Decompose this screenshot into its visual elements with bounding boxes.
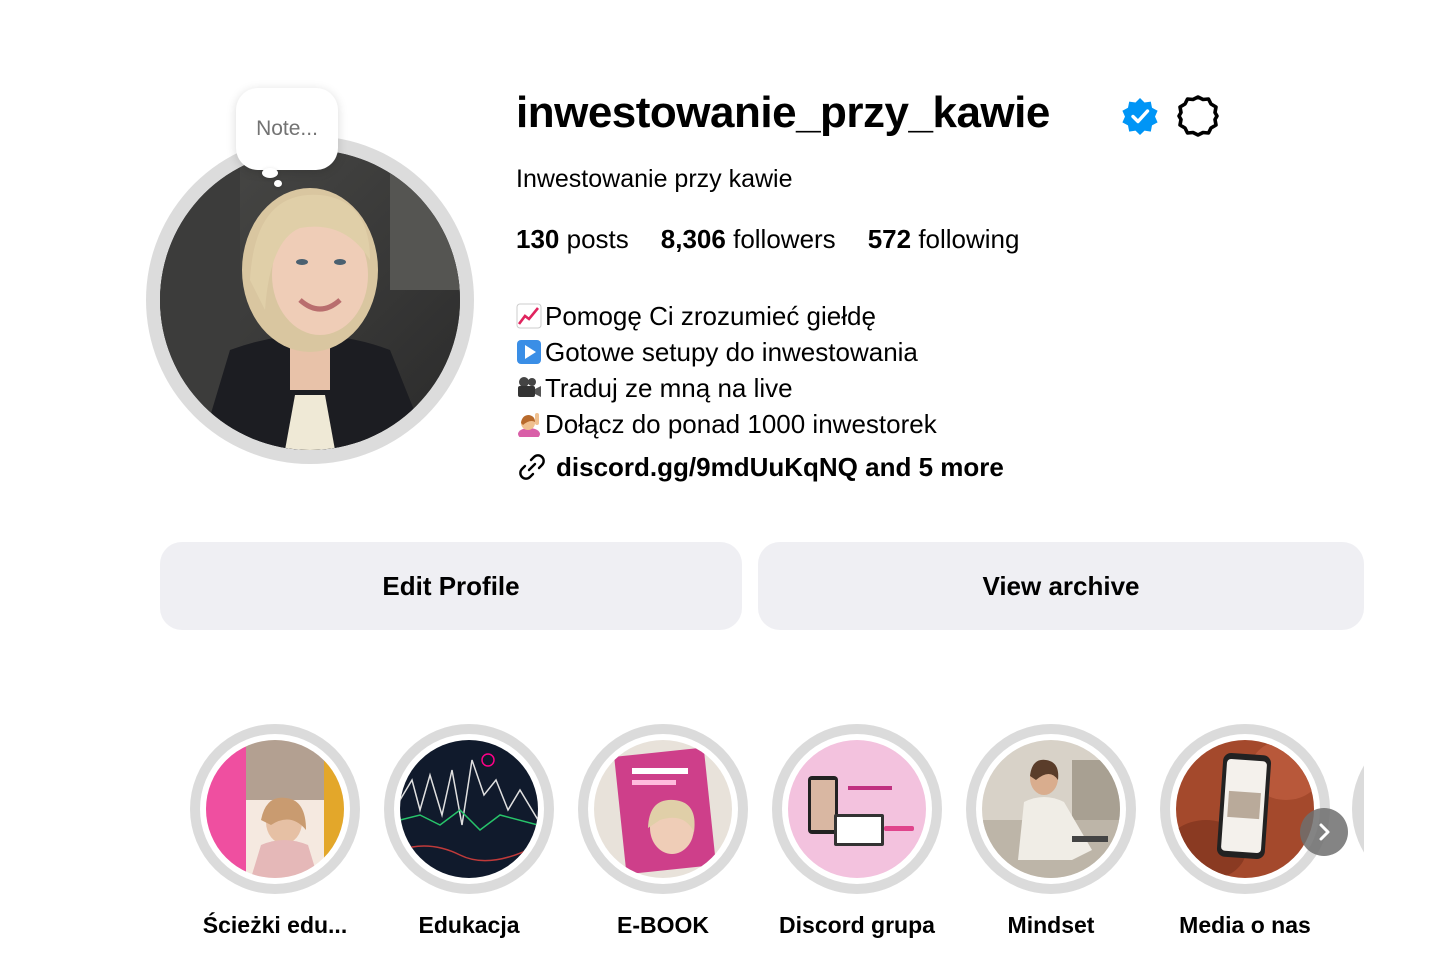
highlight-item[interactable]: Ścieżki edu...: [190, 724, 360, 939]
highlight-item[interactable]: Mindset: [966, 724, 1136, 939]
profile-full-name: Inwestowanie przy kawie: [516, 165, 793, 193]
highlight-cover: [788, 740, 926, 878]
followers-label: followers: [733, 224, 836, 254]
highlight-cover: [1176, 740, 1314, 878]
link-icon: [519, 454, 545, 480]
following-count: 572: [867, 224, 912, 254]
highlight-cover: [982, 740, 1120, 878]
followers-count: 8,306: [660, 224, 726, 254]
profile-stats: 130 posts 8,306 followers 572 following: [516, 224, 1019, 255]
highlight-item[interactable]: E-BOOK: [578, 724, 748, 939]
highlight-ring: [772, 724, 942, 894]
person-raising-hand-icon: [518, 413, 540, 437]
highlight-ring: [578, 724, 748, 894]
bio-line: Gotowe setupy do inwestowania: [516, 334, 937, 370]
bio-text: Dołącz do ponad 1000 inwestorek: [545, 409, 937, 439]
avatar-photo: [160, 150, 460, 450]
highlights-next-button[interactable]: [1300, 808, 1348, 856]
play-button-icon: [517, 340, 541, 364]
posts-label: posts: [566, 224, 629, 254]
highlight-label: Edukacja: [418, 912, 520, 938]
edit-profile-button[interactable]: Edit Profile: [160, 542, 742, 630]
chart-increasing-icon: [516, 303, 542, 329]
bio-line: Pomogę Ci zrozumieć giełdę: [516, 298, 937, 334]
profile-username: inwestowanie_przy_kawie: [516, 88, 1050, 137]
highlight-ring: [384, 724, 554, 894]
note-bubble[interactable]: Note...: [236, 88, 338, 170]
highlight-cover: [594, 740, 732, 878]
highlight-label: Media o nas: [1179, 912, 1311, 938]
chevron-right-icon: [1319, 823, 1330, 841]
bio-line: Traduj ze mną na live: [516, 370, 937, 406]
bio-text: Traduj ze mną na live: [545, 373, 793, 403]
highlight-item[interactable]: Edukacja: [384, 724, 554, 939]
movie-camera-icon: [518, 377, 541, 397]
highlight-ring: [1160, 724, 1330, 894]
posts-stat: 130 posts: [516, 224, 629, 255]
highlight-label: Discord grupa: [779, 912, 935, 938]
highlight-cover: [400, 740, 538, 878]
following-label: following: [918, 224, 1020, 254]
note-bubble-tail: [262, 168, 278, 178]
view-archive-button[interactable]: View archive: [758, 542, 1364, 630]
highlight-ring: [190, 724, 360, 894]
profile-bio: Pomogę Ci zrozumieć giełdę Gotowe setupy…: [516, 298, 937, 442]
profile-link-text: discord.gg/9mdUuKqNQ and 5 more: [556, 451, 1004, 482]
bio-line: Dołącz do ponad 1000 inwestorek: [516, 406, 937, 442]
followers-stat[interactable]: 8,306 followers: [661, 224, 836, 255]
highlight-ring: [966, 724, 1136, 894]
highlight-item-partial: [1352, 724, 1364, 894]
highlight-label: Ścieżki edu...: [202, 912, 348, 938]
bio-text: Pomogę Ci zrozumieć giełdę: [545, 301, 876, 331]
highlight-label: Mindset: [1007, 912, 1095, 938]
highlight-cover: [206, 740, 344, 878]
bio-text: Gotowe setupy do inwestowania: [545, 337, 918, 367]
settings-gear-icon[interactable]: [1176, 94, 1220, 138]
note-placeholder: Note...: [256, 117, 318, 140]
following-stat[interactable]: 572 following: [868, 224, 1020, 255]
profile-link[interactable]: discord.gg/9mdUuKqNQ and 5 more: [516, 451, 1004, 483]
note-bubble-tail-small: [274, 180, 282, 187]
highlight-label: E-BOOK: [617, 912, 709, 938]
profile-avatar[interactable]: [160, 150, 460, 450]
highlight-item[interactable]: Discord grupa: [772, 724, 942, 939]
verified-badge-icon: [1122, 98, 1158, 135]
posts-count: 130: [516, 224, 560, 254]
